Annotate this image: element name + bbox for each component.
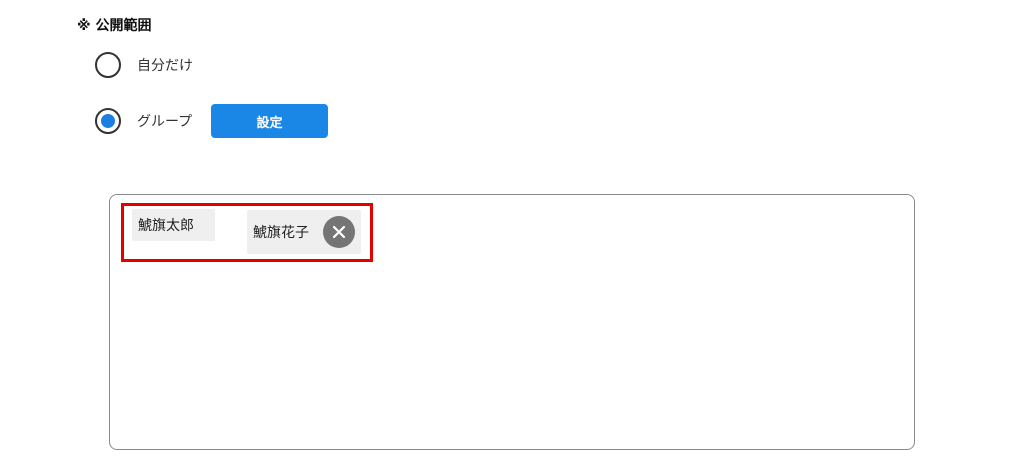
member-chip: 鯱旗花子 [247,210,361,254]
visibility-option-group[interactable]: グループ [95,106,192,136]
remove-member-button[interactable] [323,216,355,248]
radio-self-label: 自分だけ [137,58,193,74]
visibility-title: ※ 公開範囲 [77,18,152,34]
radio-self[interactable] [95,52,121,78]
close-icon [332,225,346,239]
group-members-box[interactable] [109,194,915,450]
member-chip-name: 鯱旗太郎 [138,218,194,234]
radio-group[interactable] [95,108,121,134]
radio-group-label: グループ [137,114,193,130]
visibility-option-self[interactable]: 自分だけ [95,50,193,80]
member-chip-name: 鯱旗花子 [253,225,309,241]
radio-selected-dot [101,114,115,128]
member-chip: 鯱旗太郎 [132,209,215,241]
settings-button[interactable]: 設定 [211,104,328,138]
